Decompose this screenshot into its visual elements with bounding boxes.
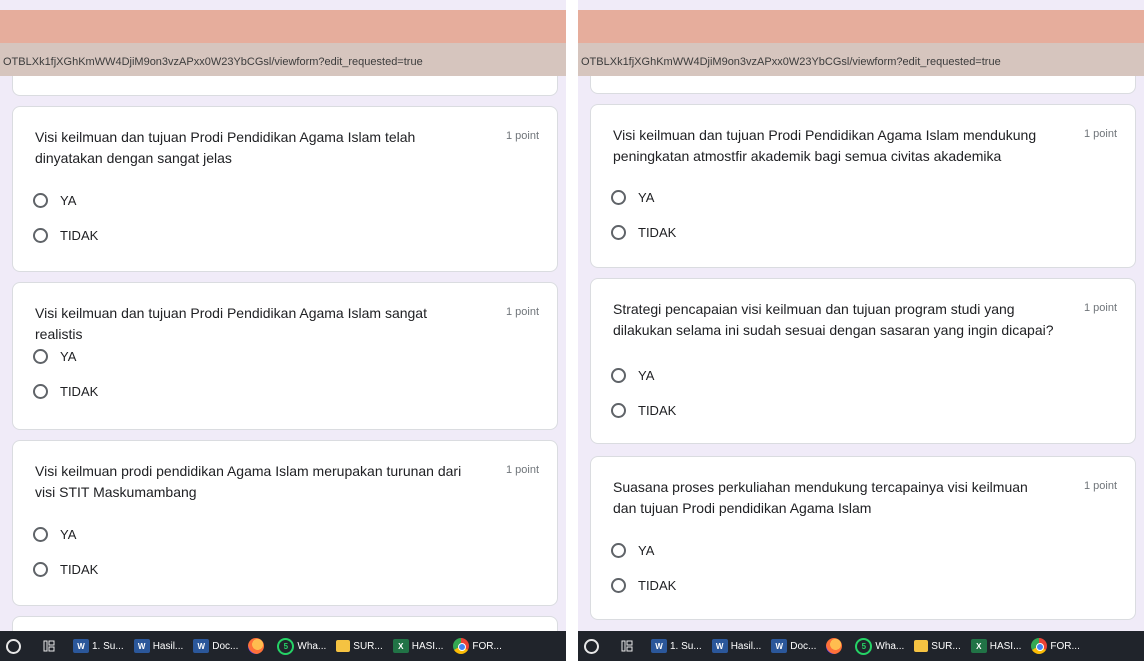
chrome-icon [453, 638, 470, 654]
radio-circle-icon[interactable] [611, 542, 626, 558]
option-ya[interactable]: YA [611, 187, 654, 207]
option-tidak[interactable]: TIDAK [33, 559, 98, 579]
radio-circle-icon[interactable] [611, 189, 626, 205]
question-text: Visi keilmuan prodi pendidikan Agama Isl… [35, 463, 462, 500]
points-label: 1 point [1083, 302, 1117, 314]
question-card: Visi keilmuan dan tujuan Prodi Pendidika… [12, 282, 558, 430]
folder-icon [336, 640, 351, 652]
browser-tab-strip [0, 10, 566, 43]
radio-circle-icon[interactable] [33, 348, 48, 364]
windows-taskbar: W 1. Su... W Hasil... W Doc... 5 Wha... SUR.… [578, 631, 1144, 661]
browser-window-left: OTBLXk1fjXGhKmWW4DjiM9on3vzAPxx0W23YbCGs… [0, 0, 566, 661]
question-text: Strategi pencapaian visi keilmuan dan tu… [613, 301, 1054, 338]
question-card-partial [12, 76, 558, 96]
form-content: Visi keilmuan dan tujuan Prodi Pendidika… [0, 76, 566, 631]
option-tidak[interactable]: TIDAK [611, 222, 676, 242]
question-text: Visi keilmuan dan tujuan Prodi Pendidika… [35, 305, 427, 342]
radio-circle-icon[interactable] [33, 561, 48, 577]
word-icon: W [771, 639, 788, 653]
taskbar-app-word[interactable]: W 1. Su... [651, 639, 702, 653]
taskbar-app-firefox[interactable] [826, 638, 845, 654]
option-tidak[interactable]: TIDAK [33, 381, 98, 401]
radio-circle-icon[interactable] [611, 224, 626, 240]
taskbar-app-whatsapp[interactable]: 5 Wha... [277, 637, 326, 655]
taskbar-app-chrome[interactable]: FOR... [453, 638, 502, 654]
search-circle-icon[interactable] [6, 638, 21, 654]
task-view-icon[interactable] [43, 640, 55, 652]
taskbar-app-word[interactable]: W Doc... [771, 639, 816, 653]
whatsapp-icon: 5 [855, 637, 873, 655]
option-ya[interactable]: YA [33, 346, 76, 366]
address-bar[interactable]: OTBLXk1fjXGhKmWW4DjiM9on3vzAPxx0W23YbCGs… [578, 43, 1144, 76]
search-circle-icon[interactable] [584, 638, 599, 654]
firefox-icon [826, 638, 843, 654]
taskbar-app-excel[interactable]: X HASI... [392, 639, 443, 653]
question-card: Visi keilmuan prodi pendidikan Agama Isl… [12, 440, 558, 606]
taskbar-app-word[interactable]: W 1. Su... [73, 639, 124, 653]
option-ya[interactable]: YA [33, 524, 76, 544]
option-ya[interactable]: YA [611, 540, 654, 560]
taskbar-app-chrome[interactable]: FOR... [1031, 638, 1080, 654]
taskbar-app-whatsapp[interactable]: 5 Wha... [855, 637, 904, 655]
task-view-icon[interactable] [621, 640, 633, 652]
points-label: 1 point [1083, 128, 1117, 140]
points-label: 1 point [1083, 480, 1117, 492]
radio-circle-icon[interactable] [611, 367, 626, 383]
word-icon: W [651, 639, 667, 653]
word-icon: W [133, 639, 150, 653]
word-icon: W [193, 639, 210, 653]
option-tidak[interactable]: TIDAK [611, 400, 676, 420]
question-text: Visi keilmuan dan tujuan Prodi Pendidika… [613, 127, 1037, 164]
taskbar-app-excel[interactable]: X HASI... [970, 639, 1021, 653]
address-bar[interactable]: OTBLXk1fjXGhKmWW4DjiM9on3vzAPxx0W23YbCGs… [0, 43, 566, 76]
radio-circle-icon[interactable] [33, 192, 48, 208]
form-content: Visi keilmuan dan tujuan Prodi Pendidika… [578, 76, 1144, 631]
windows-taskbar: W 1. Su... W Hasil... W Doc... 5 Wha... SUR.… [0, 631, 566, 661]
question-card: Suasana proses perkuliahan mendukung ter… [590, 456, 1136, 620]
points-label: 1 point [505, 306, 539, 318]
taskbar-app-word[interactable]: W Hasil... [133, 639, 183, 653]
question-card-partial [12, 616, 558, 631]
option-ya[interactable]: YA [33, 190, 76, 210]
taskbar-app-explorer[interactable]: SUR... [914, 640, 961, 652]
question-card: Visi keilmuan dan tujuan Prodi Pendidika… [12, 106, 558, 272]
browser-window-right: OTBLXk1fjXGhKmWW4DjiM9on3vzAPxx0W23YbCGs… [578, 0, 1144, 661]
firefox-icon [248, 638, 265, 654]
taskbar-app-word[interactable]: W Doc... [193, 639, 238, 653]
radio-circle-icon[interactable] [611, 402, 626, 418]
word-icon: W [711, 639, 728, 653]
chrome-icon [1031, 638, 1048, 654]
question-text: Visi keilmuan dan tujuan Prodi Pendidika… [35, 129, 416, 166]
taskbar-app-word[interactable]: W Hasil... [711, 639, 761, 653]
question-text: Suasana proses perkuliahan mendukung ter… [613, 479, 1028, 516]
radio-circle-icon[interactable] [611, 577, 626, 593]
points-label: 1 point [505, 464, 539, 476]
radio-circle-icon[interactable] [33, 227, 48, 243]
word-icon: W [73, 639, 89, 653]
excel-icon: X [392, 639, 409, 653]
taskbar-app-explorer[interactable]: SUR... [336, 640, 383, 652]
folder-icon [914, 640, 929, 652]
option-tidak[interactable]: TIDAK [33, 225, 98, 245]
question-card-partial [590, 76, 1136, 94]
taskbar-app-firefox[interactable] [248, 638, 267, 654]
whatsapp-icon: 5 [277, 637, 295, 655]
radio-circle-icon[interactable] [33, 383, 48, 399]
points-label: 1 point [505, 130, 539, 142]
option-ya[interactable]: YA [611, 365, 654, 385]
question-card: Strategi pencapaian visi keilmuan dan tu… [590, 278, 1136, 444]
radio-circle-icon[interactable] [33, 526, 48, 542]
browser-tab-strip [578, 10, 1144, 43]
excel-icon: X [970, 639, 987, 653]
question-card: Visi keilmuan dan tujuan Prodi Pendidika… [590, 104, 1136, 268]
option-tidak[interactable]: TIDAK [611, 575, 676, 595]
